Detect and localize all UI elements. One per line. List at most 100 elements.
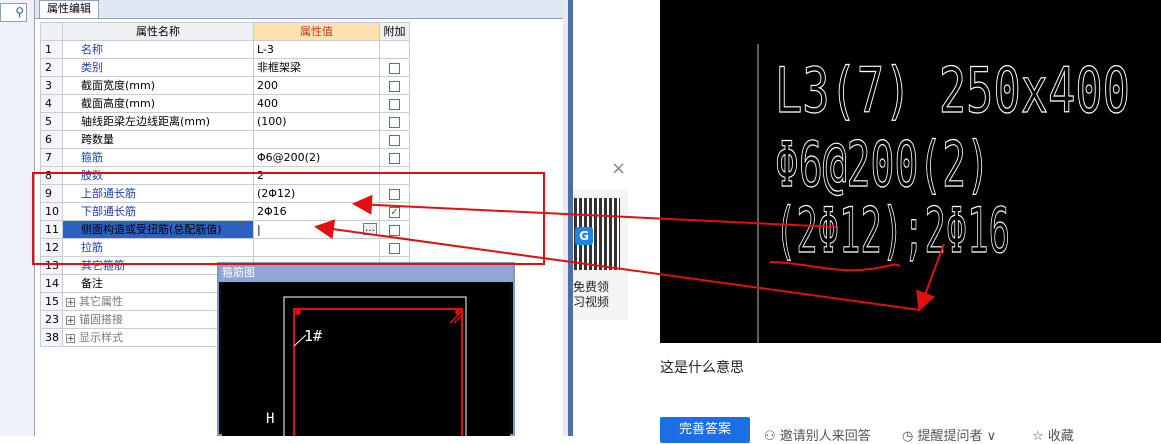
extra-checkbox[interactable] xyxy=(389,62,400,74)
close-icon[interactable]: × xyxy=(611,158,626,179)
ad-text-line1: 免费领 xyxy=(573,280,610,294)
expand-plus-icon[interactable]: + xyxy=(66,315,75,325)
header-property-name: 属性名称 xyxy=(62,22,254,41)
property-name-cell[interactable]: 名称 xyxy=(62,40,254,59)
property-name-cell[interactable]: 上部通长筋 xyxy=(62,184,254,203)
property-value-cell[interactable]: (2Φ12) xyxy=(253,184,380,203)
row-number: 7 xyxy=(40,148,63,167)
tab-property-edit[interactable]: 属性编辑 xyxy=(39,0,99,18)
ad-text[interactable]: 免费领 习视频 xyxy=(573,280,629,310)
property-value-cell[interactable]: 200 xyxy=(253,76,380,95)
table-row[interactable]: 11 侧面构造或受扭筋(总配筋值) |… xyxy=(40,220,410,239)
favorite-link[interactable]: ☆ 收藏 xyxy=(1032,425,1074,444)
property-name-cell[interactable]: 截面高度(mm) xyxy=(62,94,254,113)
property-value-cell[interactable]: Φ6@200(2) xyxy=(253,148,380,167)
property-value-cell[interactable]: (100) xyxy=(253,112,380,131)
row-number: 38 xyxy=(40,328,63,347)
row-number: 12 xyxy=(40,238,63,257)
property-name: 显示样式 xyxy=(79,331,123,344)
row-number: 15 xyxy=(40,292,63,311)
ellipsis-button[interactable]: … xyxy=(363,223,377,235)
extra-checkbox[interactable] xyxy=(389,224,400,236)
property-value-cell[interactable] xyxy=(253,130,380,149)
property-value: 2Φ16 xyxy=(257,205,287,218)
extra-checkbox[interactable] xyxy=(389,134,400,146)
property-value: 非框架梁 xyxy=(257,61,301,74)
invite-answer-link[interactable]: ⚇ 邀请别人来回答 xyxy=(764,425,871,444)
extra-cell xyxy=(379,220,410,239)
invite-label: 邀请别人来回答 xyxy=(779,429,871,444)
extra-checkbox[interactable] xyxy=(389,242,400,254)
table-row[interactable]: 3 截面宽度(mm) 200 xyxy=(40,76,410,95)
extra-cell xyxy=(379,112,410,131)
property-value-cell[interactable]: L-3 xyxy=(253,40,380,59)
table-row[interactable]: 4 截面高度(mm) 400 xyxy=(40,94,410,113)
panel-tab-bar xyxy=(35,0,568,19)
extra-cell xyxy=(379,166,410,185)
table-row[interactable]: 5 轴线距梁左边线距离(mm) (100) xyxy=(40,112,410,131)
property-name: 箍筋 xyxy=(81,151,103,164)
table-row[interactable]: 2 类别 非框架梁 xyxy=(40,58,410,77)
row-number: 10 xyxy=(40,202,63,221)
property-value: L-3 xyxy=(257,43,274,56)
property-name-cell[interactable]: 类别 xyxy=(62,58,254,77)
property-name: 跨数量 xyxy=(81,133,114,146)
extra-cell xyxy=(379,40,410,59)
property-name: 其它箍筋 xyxy=(81,259,125,272)
property-name: 锚固搭接 xyxy=(79,313,123,326)
property-name-cell[interactable]: 侧面构造或受扭筋(总配筋值) xyxy=(62,220,254,239)
row-number: 4 xyxy=(40,94,63,113)
table-row[interactable]: 9 上部通长筋 (2Φ12) xyxy=(40,184,410,203)
property-name-cell[interactable]: 肢数 xyxy=(62,166,254,185)
property-name-cell[interactable]: 箍筋 xyxy=(62,148,254,167)
grid-header-row: 属性名称 属性值 附加 xyxy=(40,22,410,41)
table-row[interactable]: 7 箍筋 Φ6@200(2) xyxy=(40,148,410,167)
expand-plus-icon[interactable]: + xyxy=(66,297,75,307)
property-name-cell[interactable]: 轴线距梁左边线距离(mm) xyxy=(62,112,254,131)
expand-plus-icon[interactable]: + xyxy=(66,333,75,343)
property-name: 类别 xyxy=(81,61,103,74)
property-value-cell[interactable]: 2Φ16 xyxy=(253,202,380,221)
extra-cell xyxy=(379,148,410,167)
property-value: 400 xyxy=(257,97,278,110)
header-property-value: 属性值 xyxy=(253,22,380,41)
search-box[interactable]: ⚲ xyxy=(0,3,27,22)
complete-answer-button[interactable]: 完善答案 xyxy=(660,417,750,443)
extra-checkbox[interactable] xyxy=(389,80,400,92)
dialog-title[interactable]: 箍筋图 xyxy=(219,264,513,282)
property-value-cell[interactable]: 2 xyxy=(253,166,380,185)
extra-checkbox[interactable] xyxy=(389,98,400,110)
property-value-cell[interactable]: |… xyxy=(253,220,380,239)
property-name-cell[interactable]: 截面宽度(mm) xyxy=(62,76,254,95)
remind-label: 提醒提问者 xyxy=(917,429,983,444)
property-name: 拉筋 xyxy=(81,241,103,254)
property-name-cell[interactable]: 跨数量 xyxy=(62,130,254,149)
table-row[interactable]: 1 名称 L-3 xyxy=(40,40,410,59)
row-number: 2 xyxy=(40,58,63,77)
extra-checkbox[interactable] xyxy=(389,116,400,128)
property-value-cell[interactable]: 400 xyxy=(253,94,380,113)
extra-checkbox[interactable] xyxy=(389,188,400,200)
row-number: 6 xyxy=(40,130,63,149)
property-value-cell[interactable]: 非框架梁 xyxy=(253,58,380,77)
property-name-cell[interactable]: 下部通长筋 xyxy=(62,202,254,221)
stirrup-dialog: 箍筋图 1# H xyxy=(217,262,515,436)
table-row[interactable]: 6 跨数量 xyxy=(40,130,410,149)
row-number: 3 xyxy=(40,76,63,95)
extra-cell: ✓ xyxy=(379,202,410,221)
property-name-cell[interactable]: 拉筋 xyxy=(62,238,254,257)
extra-cell xyxy=(379,76,410,95)
search-icon[interactable]: ⚲ xyxy=(15,5,24,19)
table-row[interactable]: 12 拉筋 xyxy=(40,238,410,257)
property-name: 截面高度(mm) xyxy=(81,97,156,110)
remind-asker-link[interactable]: ◷ 提醒提问者 ∨ xyxy=(902,425,996,444)
extra-checkbox[interactable]: ✓ xyxy=(389,206,400,218)
property-value: (2Φ12) xyxy=(257,187,296,200)
left-strip xyxy=(0,0,35,436)
property-value-cell[interactable] xyxy=(253,238,380,257)
extra-checkbox[interactable] xyxy=(389,152,400,164)
extra-cell xyxy=(379,130,410,149)
table-row[interactable]: 10 下部通长筋 2Φ16 ✓ xyxy=(40,202,410,221)
row-number: 13 xyxy=(40,256,63,275)
table-row[interactable]: 8 肢数 2 xyxy=(40,166,410,185)
